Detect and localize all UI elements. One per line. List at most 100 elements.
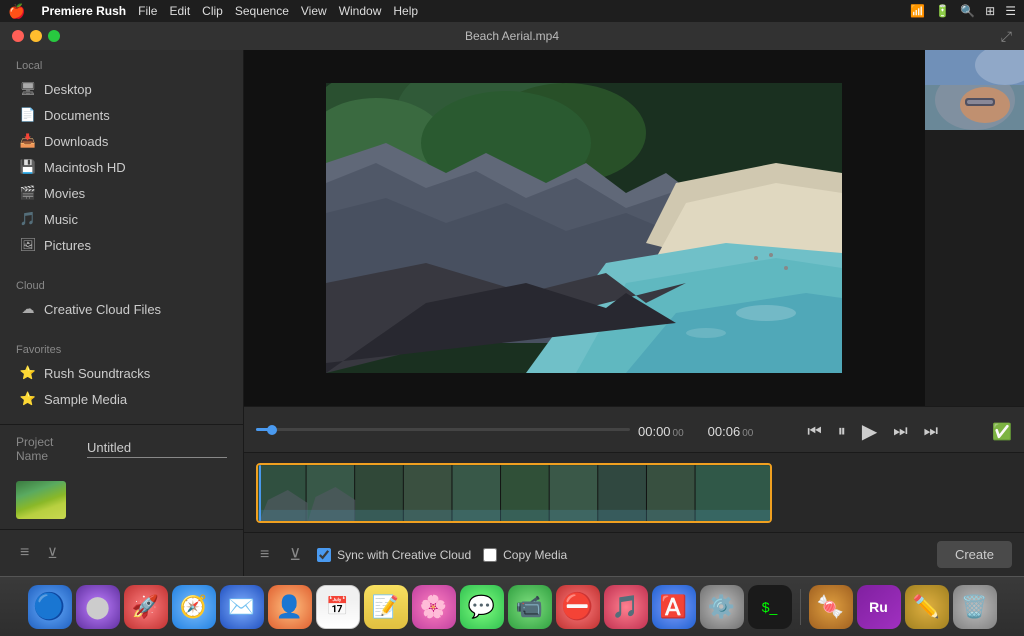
side-thumb-image [925,50,1024,130]
menu-file[interactable]: File [138,4,157,18]
menu-window[interactable]: Window [339,4,382,18]
video-frame [326,83,842,373]
dock-finder[interactable]: 🔵 [28,585,72,629]
sync-checkbox[interactable] [317,548,331,562]
sidebar-item-label: Rush Soundtracks [44,366,150,381]
apple-menu[interactable]: 🍎 [8,3,25,20]
menubar-right: 📶 🔋 🔍 ⊞ ☰ [910,4,1016,18]
step-back-button[interactable]: ⏸ [834,421,850,443]
star-icon-2: ⭐ [20,391,36,407]
menu-clip[interactable]: Clip [202,4,223,18]
expand-icon[interactable]: ⤢ [1001,28,1012,45]
project-name-area: Project Name [0,424,243,473]
local-section-label: Local [0,50,243,76]
window-title: Beach Aerial.mp4 [465,29,559,43]
sidebar-item-label: Desktop [44,82,92,97]
dock-siri[interactable]: ⬤ [76,585,120,629]
app-name: Premiere Rush [41,4,126,18]
project-name-input[interactable] [87,440,227,458]
filter-button[interactable]: ⊻ [43,541,61,566]
project-thumbnail [16,481,66,519]
sidebar-item-label: Sample Media [44,392,127,407]
timeline-strip[interactable] [256,463,772,523]
dock-candy[interactable]: 🍬 [809,585,853,629]
skip-to-end-button[interactable]: ⏭ [920,421,942,443]
star-icon: ⭐ [20,365,36,381]
project-name-label: Project Name [16,435,79,463]
dock-divider [800,589,801,625]
skip-to-start-button[interactable]: ⏮ [803,421,825,443]
sidebar-item-label: Movies [44,186,85,201]
dock-photos[interactable]: 🌸 [412,585,456,629]
dock-safari[interactable]: 🧭 [172,585,216,629]
copy-media-checkbox[interactable] [483,548,497,562]
dock-facetime[interactable]: 📹 [508,585,552,629]
dock-contacts[interactable]: 👤 [268,585,312,629]
step-forward-button[interactable]: ⏭ [889,421,911,443]
play-button[interactable]: ▶ [858,417,881,446]
menu-edit[interactable]: Edit [169,4,190,18]
playback-controls: 00:00 00 00:06 00 ⏮ ⏸ ▶ ⏭ ⏭ ✅ [244,406,1024,452]
sidebar-item-macintosh-hd[interactable]: 💾 Macintosh HD [4,155,239,179]
copy-media-checkbox-label[interactable]: Copy Media [483,548,567,562]
cloud-section-label: Cloud [0,270,243,296]
sidebar-item-documents[interactable]: 📄 Documents [4,103,239,127]
dock-messages[interactable]: 💬 [460,585,504,629]
copy-media-label-text: Copy Media [503,548,567,562]
favorites-section-label: Favorites [0,334,243,360]
dock-appstore[interactable]: 🅰️ [652,585,696,629]
documents-icon: 📄 [20,107,36,123]
cloud-icon: ☁ [20,301,36,317]
dock-premiere-rush[interactable]: Ru [857,585,901,629]
sidebar-item-label: Macintosh HD [44,160,126,175]
project-thumbnail-area [0,473,243,529]
filter-icon-button[interactable]: ⊻ [285,541,305,569]
minimize-button[interactable] [30,30,42,42]
video-content [326,83,842,373]
menu-view[interactable]: View [301,4,327,18]
sidebar-item-movies[interactable]: 🎬 Movies [4,181,239,205]
sidebar-item-rush-soundtracks[interactable]: ⭐ Rush Soundtracks [4,361,239,385]
menubar: 🍎 Premiere Rush File Edit Clip Sequence … [0,0,1024,22]
timeline-area [244,452,1024,532]
dock-system-preferences[interactable]: ⚙️ [700,585,744,629]
pictures-icon: 🖼 [20,237,36,253]
side-panel [924,50,1024,406]
battery-icon: 🔋 [935,4,950,18]
sync-checkbox-label[interactable]: Sync with Creative Cloud [317,548,471,562]
notification-icon[interactable]: ☰ [1005,4,1016,18]
sidebar-item-music[interactable]: 🎵 Music [4,207,239,231]
dock-sketch[interactable]: ✏️ [905,585,949,629]
thumbnail-image [16,481,66,519]
sidebar-item-sample-media[interactable]: ⭐ Sample Media [4,387,239,411]
close-button[interactable] [12,30,24,42]
wifi-icon: 📶 [910,4,925,18]
sidebar-item-desktop[interactable]: 🖥 Desktop [4,77,239,101]
sidebar-item-creative-cloud[interactable]: ☁ Creative Cloud Files [4,297,239,321]
hamburger-button[interactable]: ≡ [256,542,273,568]
dock-trash[interactable]: 🗑️ [953,585,997,629]
dock-calendar[interactable]: 📅 [316,585,360,629]
sidebar-item-pictures[interactable]: 🖼 Pictures [4,233,239,257]
dock-launchpad[interactable]: 🚀 [124,585,168,629]
search-icon[interactable]: 🔍 [960,4,975,18]
dock-terminal[interactable]: $_ [748,585,792,629]
filter-menu-button[interactable]: ≡ [16,540,33,566]
dock-notes[interactable]: 📝 [364,585,408,629]
control-center-icon[interactable]: ⊞ [985,4,995,18]
menu-help[interactable]: Help [393,4,418,18]
dock-blocked[interactable]: ⛔ [556,585,600,629]
time-current-main: 00:00 [638,424,671,439]
time-total-main: 00:06 [708,424,741,439]
create-button[interactable]: Create [937,541,1012,568]
sidebar-item-downloads[interactable]: 📥 Downloads [4,129,239,153]
dock-mail[interactable]: ✉️ [220,585,264,629]
menu-sequence[interactable]: Sequence [235,4,289,18]
preview-area [244,50,1024,406]
maximize-button[interactable] [48,30,60,42]
titlebar: Beach Aerial.mp4 ⤢ [0,22,1024,50]
sidebar: Local 🖥 Desktop 📄 Documents 📥 Downloads … [0,50,244,576]
right-content: 00:00 00 00:06 00 ⏮ ⏸ ▶ ⏭ ⏭ ✅ [244,50,1024,576]
dock-music[interactable]: 🎵 [604,585,648,629]
sync-label-text: Sync with Creative Cloud [337,548,471,562]
